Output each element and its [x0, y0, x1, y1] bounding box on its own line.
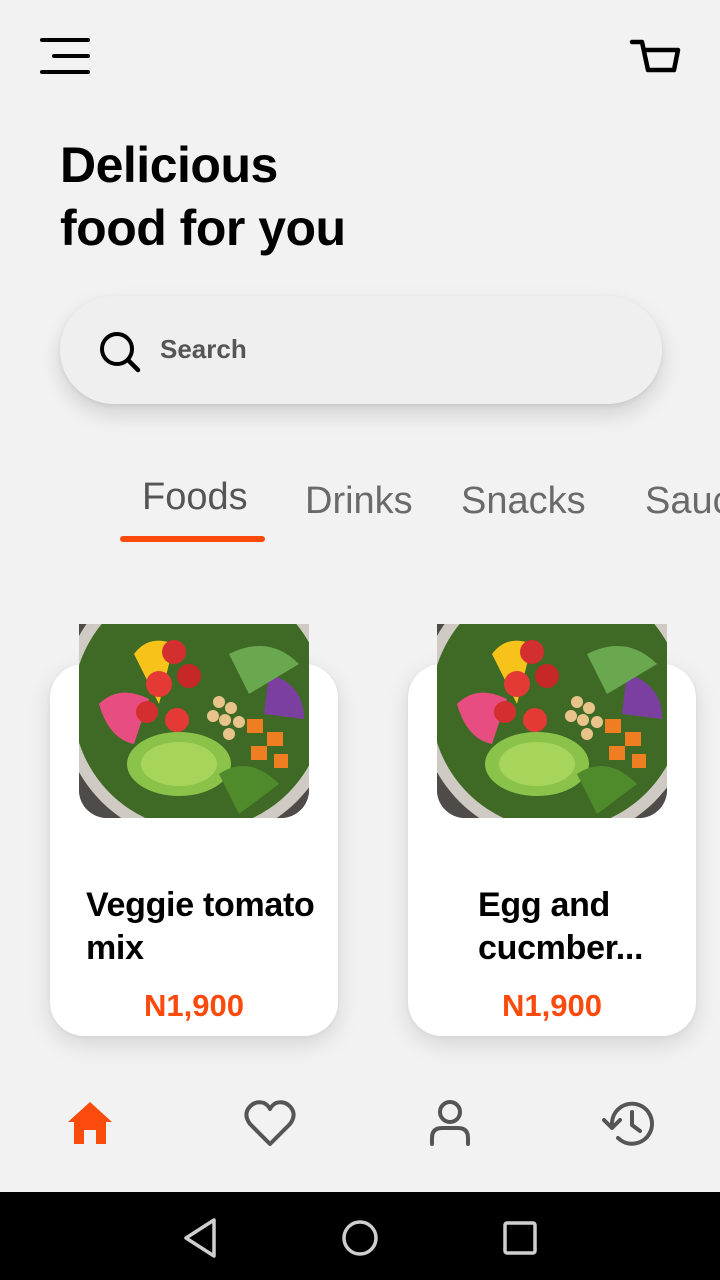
user-icon[interactable]: [420, 1094, 480, 1154]
tab-foods[interactable]: Foods: [142, 476, 248, 519]
product-price: N1,900: [144, 988, 244, 1023]
food-image-salad-bowl: [79, 624, 309, 818]
page-title-line-2: food for you: [60, 200, 346, 256]
product-name: Veggie tomato mix: [86, 886, 315, 967]
tab-sauce[interactable]: Sauce: [645, 480, 720, 523]
product-price: N1,900: [502, 988, 602, 1023]
home-icon[interactable]: [60, 1094, 120, 1154]
active-tab-indicator: [120, 536, 265, 542]
product-name: Egg and cucmber...: [478, 886, 644, 967]
home-circle-icon[interactable]: [336, 1214, 384, 1262]
hamburger-menu-icon[interactable]: [38, 36, 94, 78]
shopping-cart-icon[interactable]: [628, 36, 684, 80]
tab-snacks[interactable]: Snacks: [461, 480, 586, 523]
category-tabs: Foods Drinks Snacks Sauce: [0, 470, 720, 560]
search-icon: [96, 328, 144, 376]
heart-icon[interactable]: [240, 1094, 300, 1154]
page-title-line-1: Delicious: [60, 137, 278, 193]
food-image-salad-bowl: [437, 624, 667, 818]
search-input[interactable]: [160, 326, 620, 372]
tab-drinks[interactable]: Drinks: [305, 480, 413, 523]
page-title: Delicious food for you: [60, 134, 346, 260]
top-bar: [0, 0, 720, 110]
history-icon[interactable]: [600, 1094, 660, 1154]
recents-icon[interactable]: [496, 1214, 544, 1262]
back-icon[interactable]: [176, 1214, 224, 1262]
